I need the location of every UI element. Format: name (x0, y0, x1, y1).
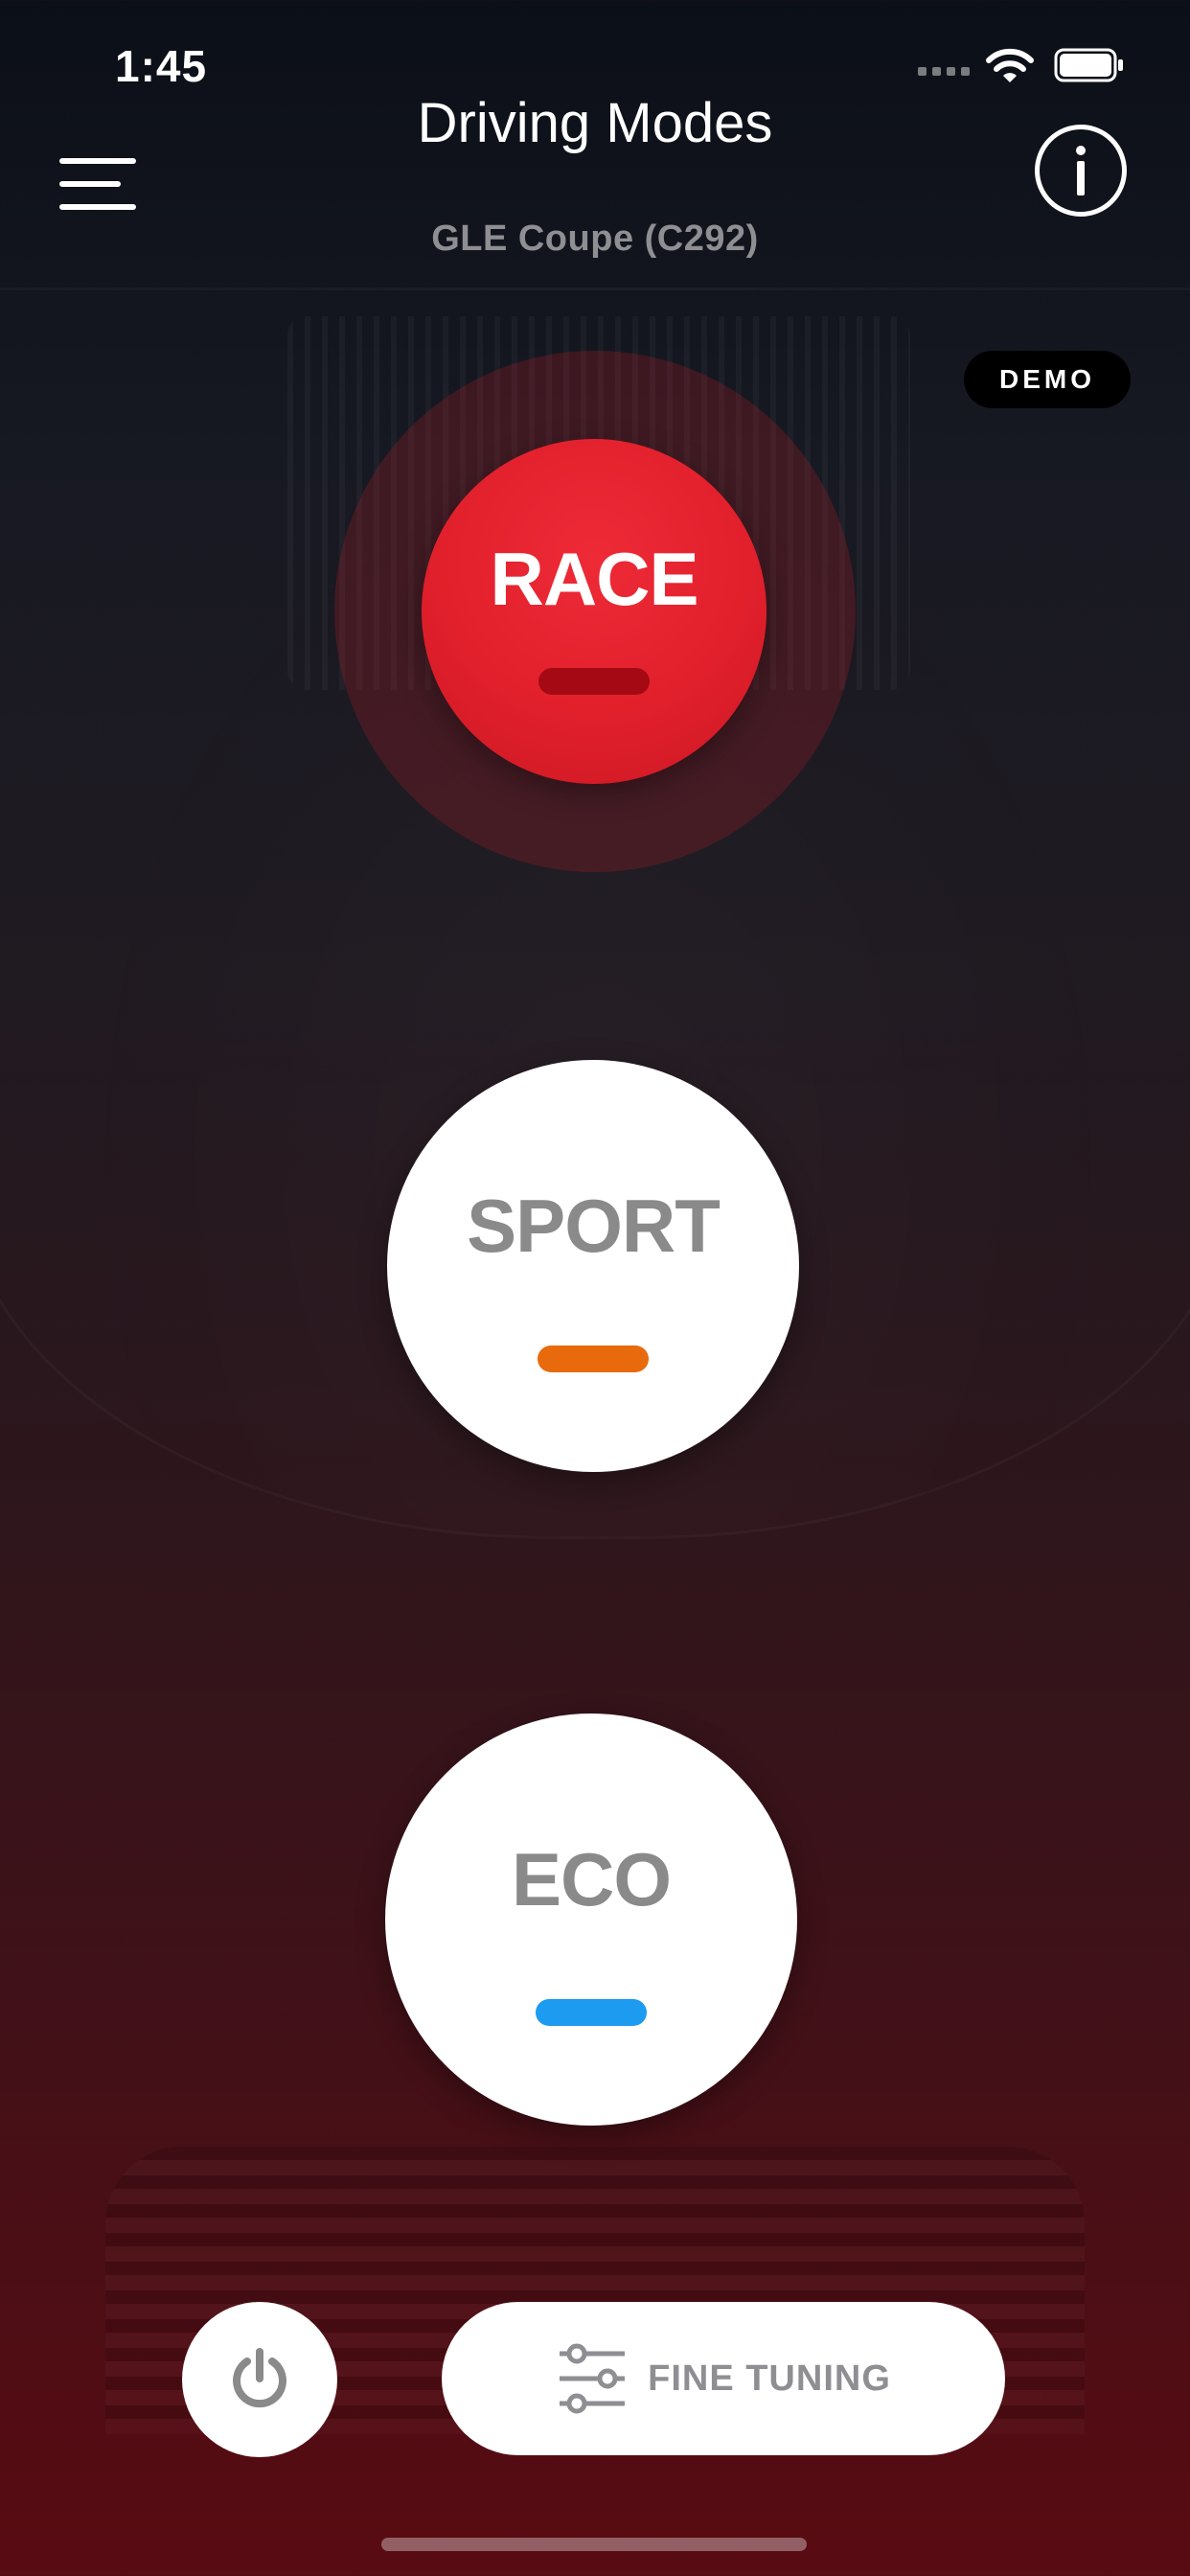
sport-mode-button[interactable]: SPORT (387, 1060, 799, 1472)
eco-mode-button[interactable]: ECO (385, 1714, 797, 2126)
mode-label: ECO (511, 1837, 672, 1921)
sliders-icon (560, 2343, 626, 2414)
mode-label: RACE (490, 537, 698, 621)
info-circle-icon (1076, 146, 1086, 196)
menu-button[interactable] (59, 158, 136, 212)
mode-label: SPORT (467, 1184, 721, 1268)
hamburger-menu-icon-line (59, 204, 136, 210)
demo-badge: DEMO (964, 351, 1131, 408)
power-button[interactable] (182, 2302, 337, 2457)
vehicle-name: GLE Coupe (C292) (431, 218, 759, 259)
home-indicator[interactable] (381, 2538, 807, 2551)
mode-indicator (536, 1999, 647, 2026)
hamburger-menu-icon (59, 158, 136, 164)
race-mode-button[interactable]: RACE (422, 439, 767, 784)
page-title: Driving Modes (417, 92, 773, 154)
status-time: 1:45 (115, 41, 208, 91)
mode-indicator (538, 668, 650, 695)
status-bar: 1:45 (0, 0, 1190, 105)
cellular-signal-icon (918, 67, 970, 76)
info-button[interactable] (1035, 125, 1127, 217)
wifi-icon (986, 48, 1034, 82)
fine-tuning-label: FINE TUNING (648, 2358, 891, 2399)
fine-tuning-button[interactable]: FINE TUNING (442, 2302, 1005, 2455)
power-icon (233, 2348, 286, 2408)
hamburger-menu-icon-line (59, 181, 121, 187)
mode-indicator (538, 1346, 649, 1372)
battery-icon (1054, 48, 1123, 82)
